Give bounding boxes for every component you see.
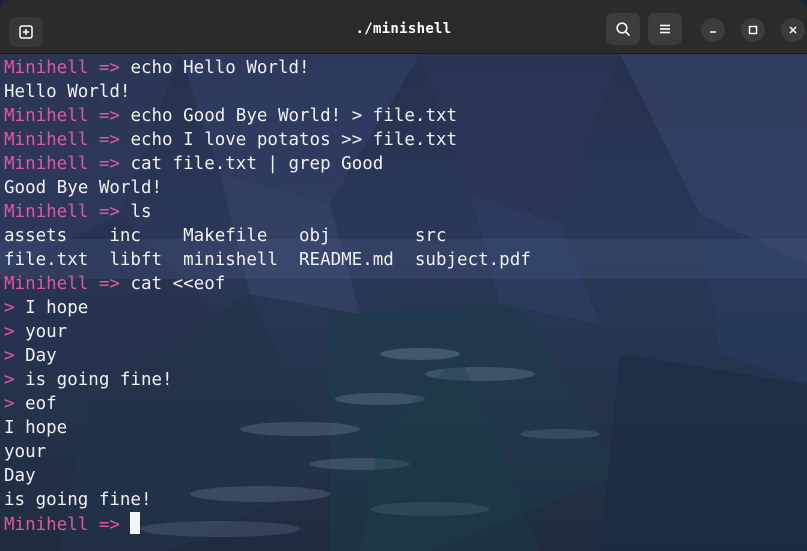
shell-prompt: Minihell => xyxy=(4,515,131,535)
shell-prompt: > xyxy=(4,298,26,318)
close-button[interactable] xyxy=(781,18,805,42)
shell-prompt: Minihell => xyxy=(4,130,131,150)
command-text: cat <<eof xyxy=(130,274,226,294)
terminal-line: Day xyxy=(4,464,531,488)
search-icon xyxy=(616,22,630,36)
terminal-line: assets inc Makefile obj src xyxy=(4,224,531,248)
output-text: your xyxy=(4,442,47,462)
terminal-output: Minihell => echo Hello World! Hello World… xyxy=(4,56,531,536)
shell-prompt: Minihell => xyxy=(4,58,131,78)
terminal-area[interactable]: Minihell => echo Hello World! Hello World… xyxy=(0,54,807,551)
terminal-line: your xyxy=(4,440,531,464)
shell-prompt: Minihell => xyxy=(4,202,131,222)
command-text: cat file.txt | grep Good xyxy=(130,154,384,174)
shell-prompt: > xyxy=(4,346,26,366)
terminal-line: Good Bye World! xyxy=(4,176,531,200)
terminal-line: Minihell => cat <<eof xyxy=(4,272,531,296)
shell-prompt: > xyxy=(4,322,26,342)
terminal-line: Minihell => ls xyxy=(4,200,531,224)
text-cursor xyxy=(130,512,141,534)
terminal-line: > is going fine! xyxy=(4,368,531,392)
command-text: echo Good Bye World! > file.txt xyxy=(130,106,458,126)
title-bar[interactable]: ./minishell xyxy=(0,0,807,54)
command-text: echo I love potatos >> file.txt xyxy=(130,130,458,150)
minimize-icon xyxy=(710,31,716,33)
command-text: echo Hello World! xyxy=(130,58,310,78)
menu-button[interactable] xyxy=(648,13,682,45)
terminal-line: > your xyxy=(4,320,531,344)
maximize-icon xyxy=(748,25,758,35)
output-text: assets inc Makefile obj src xyxy=(4,226,447,246)
command-text: is going fine! xyxy=(25,370,173,390)
shell-prompt: Minihell => xyxy=(4,274,131,294)
command-text: ls xyxy=(130,202,152,222)
terminal-line: Minihell => echo I love potatos >> file.… xyxy=(4,128,531,152)
minimize-button[interactable] xyxy=(701,18,725,42)
shell-prompt: Minihell => xyxy=(4,106,131,126)
command-text: I hope xyxy=(25,298,89,318)
shell-prompt: > xyxy=(4,370,26,390)
terminal-line: Minihell => echo Hello World! xyxy=(4,56,531,80)
terminal-line: Minihell => echo Good Bye World! > file.… xyxy=(4,104,531,128)
terminal-window: ./minishell Minihell => echo Hello World… xyxy=(0,0,807,551)
window-title: ./minishell xyxy=(355,21,452,37)
command-text: Day xyxy=(25,346,57,366)
hamburger-menu-icon xyxy=(660,24,670,34)
output-text: Good Bye World! xyxy=(4,178,163,198)
command-text: eof xyxy=(25,394,57,414)
output-text: Hello World! xyxy=(4,82,131,102)
command-text: your xyxy=(25,322,68,342)
terminal-line: > eof xyxy=(4,392,531,416)
terminal-line: file.txt libft minishell README.md subje… xyxy=(4,248,531,272)
close-icon xyxy=(789,26,797,34)
output-text: is going fine! xyxy=(4,490,152,510)
terminal-line: Minihell => xyxy=(4,512,531,536)
terminal-line: I hope xyxy=(4,416,531,440)
shell-prompt: > xyxy=(4,394,26,414)
maximize-button[interactable] xyxy=(741,18,765,42)
output-text: Day xyxy=(4,466,36,486)
output-text: file.txt libft minishell README.md subje… xyxy=(4,250,531,270)
terminal-line: > I hope xyxy=(4,296,531,320)
terminal-line: is going fine! xyxy=(4,488,531,512)
shell-prompt: Minihell => xyxy=(4,154,131,174)
terminal-line: Minihell => cat file.txt | grep Good xyxy=(4,152,531,176)
search-button[interactable] xyxy=(606,13,640,45)
terminal-line: > Day xyxy=(4,344,531,368)
output-text: I hope xyxy=(4,418,68,438)
terminal-line: Hello World! xyxy=(4,80,531,104)
